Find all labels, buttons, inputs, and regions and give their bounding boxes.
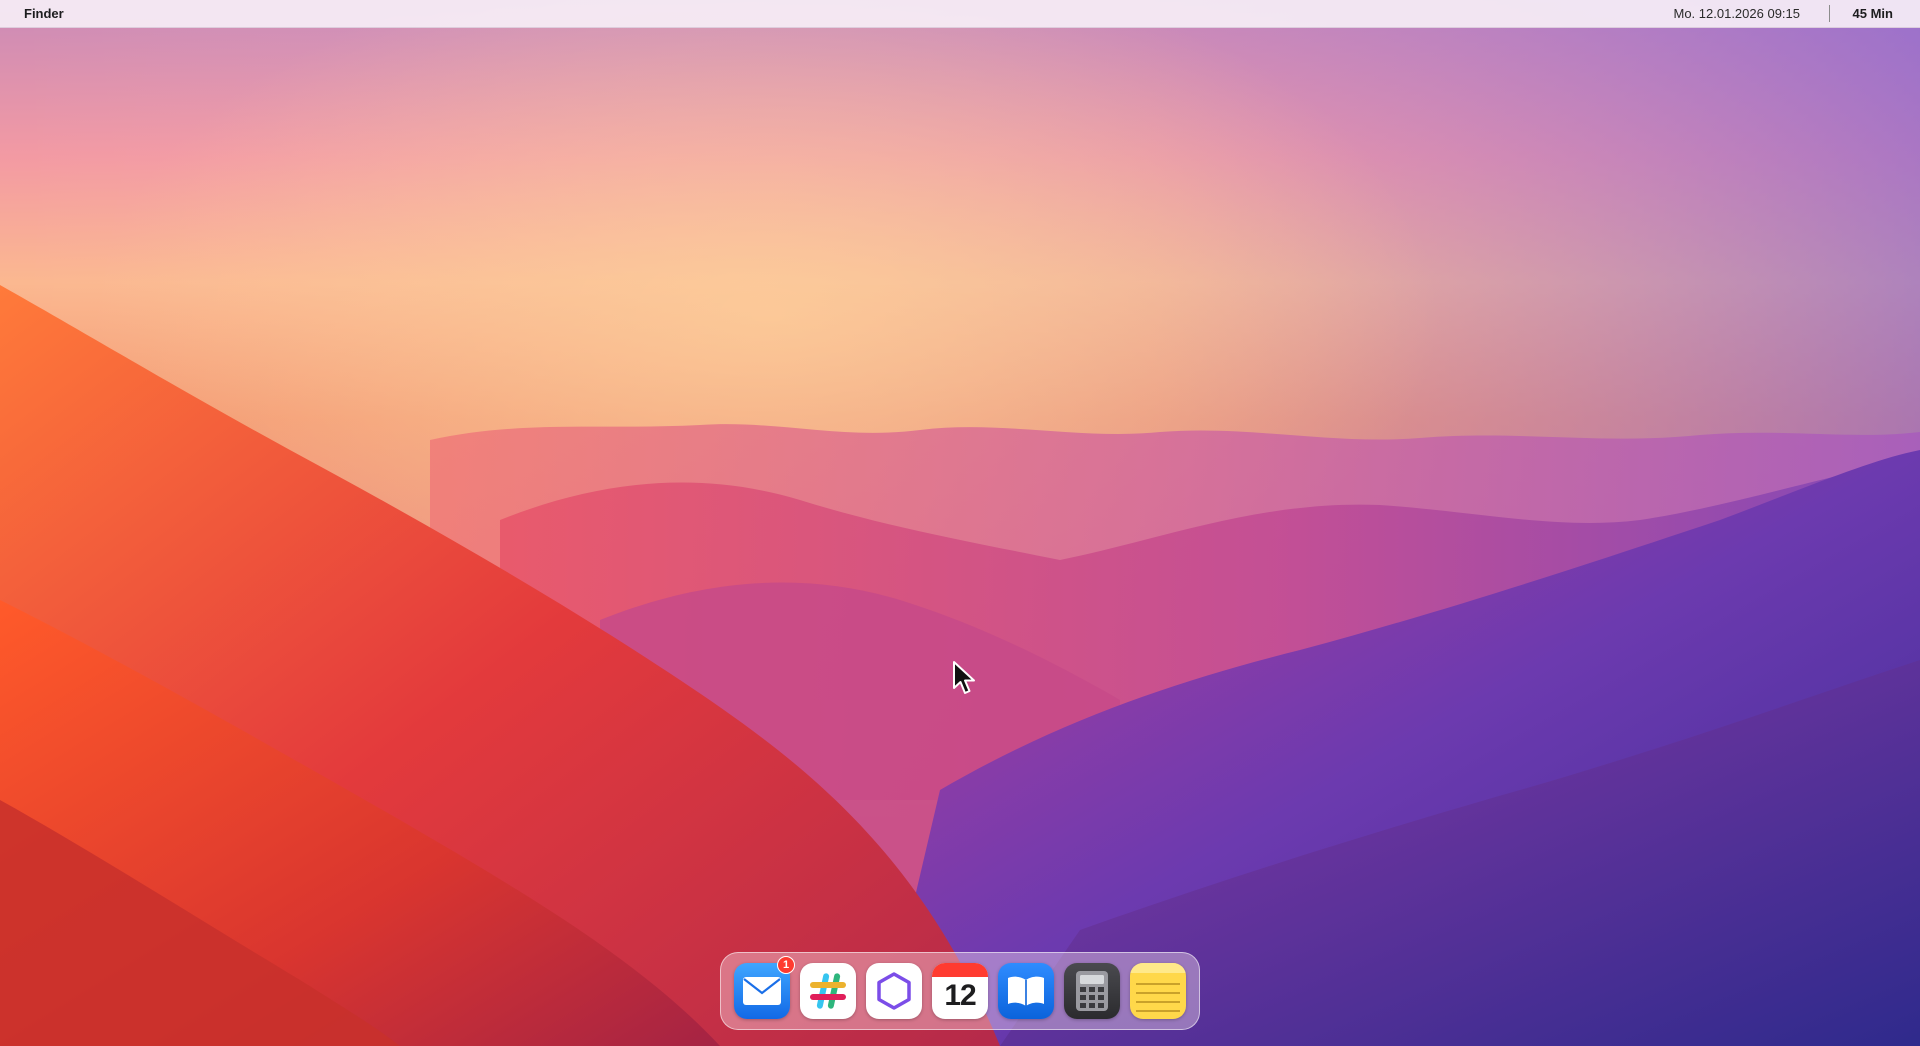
dock-item-calendar[interactable]: 12	[932, 963, 988, 1019]
mail-icon	[743, 977, 781, 1005]
desktop: Finder Mo. 12.01.2026 09:15 45 Min 1 12	[0, 0, 1920, 1046]
notes-line	[1136, 983, 1180, 985]
menubar-clock[interactable]: Mo. 12.01.2026 09:15	[1674, 6, 1801, 21]
calculator-icon	[1076, 971, 1108, 1011]
hexagon-icon	[877, 972, 911, 1010]
mouse-pointer-icon	[953, 661, 975, 694]
dock-item-notes[interactable]	[1130, 963, 1186, 1019]
notes-icon	[1130, 963, 1186, 973]
dock-item-mail[interactable]: 1	[734, 956, 795, 1019]
dock-item-books[interactable]	[998, 963, 1054, 1019]
menu-bar: Finder Mo. 12.01.2026 09:15 45 Min	[0, 0, 1920, 28]
notes-line	[1136, 1010, 1180, 1012]
notes-line	[1136, 1001, 1180, 1003]
calendar-header	[932, 963, 988, 977]
calendar-icon: 12	[944, 979, 976, 1012]
menubar-divider	[1829, 5, 1830, 22]
dock: 1 12	[720, 952, 1200, 1030]
dock-item-calculator[interactable]	[1064, 963, 1120, 1019]
dock-item-slack[interactable]	[800, 963, 856, 1019]
book-icon	[1008, 976, 1044, 1006]
menubar-timer[interactable]: 45 Min	[1853, 6, 1893, 21]
slack-icon	[810, 973, 846, 1009]
active-app-name[interactable]: Finder	[24, 6, 64, 21]
notes-line	[1136, 992, 1180, 994]
wallpaper	[0, 0, 1920, 1046]
mail-unread-badge: 1	[777, 956, 795, 974]
dock-item-hexagon-app[interactable]	[866, 963, 922, 1019]
